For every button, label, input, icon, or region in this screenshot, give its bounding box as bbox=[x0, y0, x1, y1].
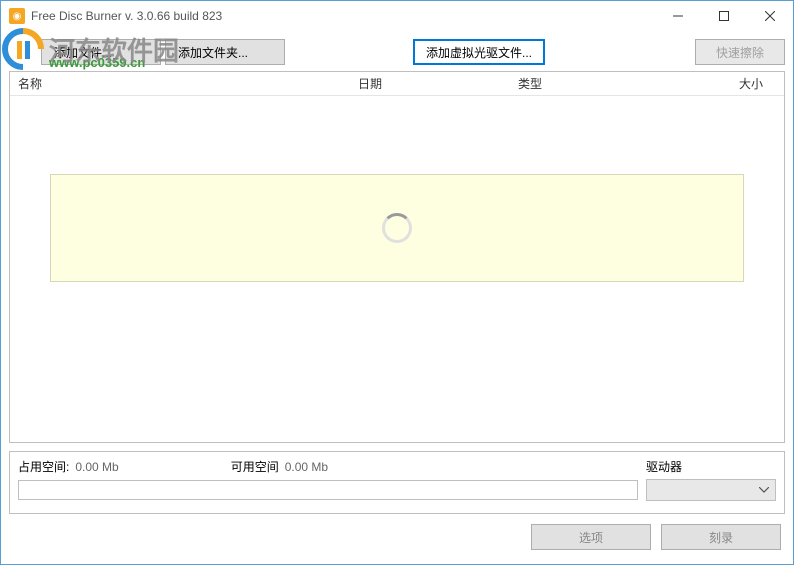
titlebar: Free Disc Burner v. 3.0.66 build 823 bbox=[1, 1, 793, 31]
minimize-button[interactable] bbox=[655, 1, 701, 31]
close-button[interactable] bbox=[747, 1, 793, 31]
column-type[interactable]: 类型 bbox=[510, 75, 650, 92]
used-space-label: 占用空间: bbox=[18, 458, 69, 475]
window-controls bbox=[655, 1, 793, 31]
status-panel: 占用空间: 0.00 Mb 可用空间 0.00 Mb 驱动器 bbox=[9, 451, 785, 514]
chevron-down-icon bbox=[759, 487, 769, 493]
add-folder-button[interactable]: 添加文件夹... bbox=[165, 39, 285, 65]
loading-spinner-icon bbox=[382, 213, 412, 243]
column-size[interactable]: 大小 bbox=[650, 75, 784, 92]
loading-overlay bbox=[50, 174, 744, 282]
watermark-url: www.pc0359.cn bbox=[49, 55, 145, 70]
space-progress-bar bbox=[18, 480, 638, 500]
burn-button[interactable]: 刻录 bbox=[661, 524, 781, 550]
file-list-panel: 名称 日期 类型 大小 bbox=[9, 71, 785, 443]
free-space-label: 可用空间 bbox=[231, 458, 279, 475]
quick-erase-button[interactable]: 快速擦除 bbox=[695, 39, 785, 65]
column-name[interactable]: 名称 bbox=[10, 75, 350, 92]
maximize-button[interactable] bbox=[701, 1, 747, 31]
drive-select[interactable] bbox=[646, 479, 776, 501]
file-list bbox=[10, 96, 784, 442]
column-headers: 名称 日期 类型 大小 bbox=[10, 72, 784, 96]
options-button[interactable]: 选项 bbox=[531, 524, 651, 550]
app-window: Free Disc Burner v. 3.0.66 build 823 河东软… bbox=[0, 0, 794, 565]
used-space-value: 0.00 Mb bbox=[75, 460, 118, 474]
window-title: Free Disc Burner v. 3.0.66 build 823 bbox=[31, 9, 222, 23]
drive-label: 驱动器 bbox=[646, 458, 776, 475]
bottom-bar: 选项 刻录 bbox=[1, 514, 793, 564]
add-virtual-drive-button[interactable]: 添加虚拟光驱文件... bbox=[413, 39, 545, 65]
column-date[interactable]: 日期 bbox=[350, 75, 510, 92]
app-icon bbox=[9, 8, 25, 24]
free-space-value: 0.00 Mb bbox=[285, 460, 328, 474]
